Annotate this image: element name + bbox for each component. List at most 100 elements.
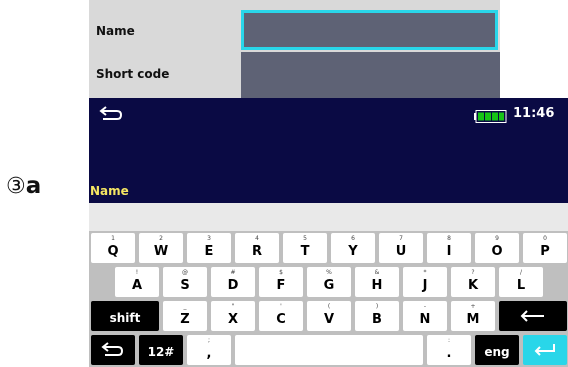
key-y[interactable]: 6Y xyxy=(331,233,375,263)
return-key[interactable] xyxy=(91,335,135,365)
backspace-key[interactable] xyxy=(499,301,567,331)
name-field[interactable] xyxy=(241,10,498,50)
key-label: W xyxy=(153,244,169,259)
numeric-mode-key[interactable]: 12# xyxy=(139,335,183,365)
enter-arrow-icon xyxy=(534,344,555,356)
key-sub-label: : xyxy=(447,337,451,344)
enter-key[interactable] xyxy=(523,335,567,365)
key-a[interactable]: ! A xyxy=(115,267,159,297)
key-t[interactable]: 5T xyxy=(283,233,327,263)
key-w[interactable]: 2W xyxy=(139,233,183,263)
key-u[interactable]: 7U xyxy=(379,233,423,263)
key-sub-label: ? xyxy=(471,269,475,276)
key-sub-label: ! xyxy=(135,269,139,276)
on-screen-keyboard: 1Q 2W 3E 4R 5T 6Y 7U 8I 9O 0P ! A @ S # D $… xyxy=(89,231,568,367)
short-code-label: Short code xyxy=(96,67,170,81)
key-label: I xyxy=(446,244,452,259)
form-background: Name Short code xyxy=(89,0,500,98)
key-sub-label: ( xyxy=(327,303,331,310)
key-sub-label: ) xyxy=(375,303,379,310)
key-p[interactable]: 0P xyxy=(523,233,567,263)
key-comma[interactable]: ;, xyxy=(187,335,231,365)
key-sub-label: % xyxy=(326,269,332,276)
key-label: C xyxy=(276,312,286,327)
key-sub-label: 3 xyxy=(207,235,211,242)
key-h[interactable]: & H xyxy=(355,267,399,297)
key-sub-label: ' xyxy=(280,303,282,310)
text-input[interactable] xyxy=(89,203,568,231)
key-sub-label: 9 xyxy=(495,235,499,242)
key-label: T xyxy=(300,244,310,259)
key-label: X xyxy=(227,312,239,327)
key-q[interactable]: 1Q xyxy=(91,233,135,263)
key-c[interactable]: ' C xyxy=(259,301,303,331)
device-screen: 11:46 Name 1Q 2W 3E 4R 5T 6Y 7U 8I 9O 0P… xyxy=(89,98,568,367)
step-number: ③ xyxy=(6,174,26,199)
back-button[interactable] xyxy=(97,104,125,126)
key-m[interactable]: + M xyxy=(451,301,495,331)
key-sub-label: 7 xyxy=(399,235,403,242)
key-label: H xyxy=(371,278,383,293)
step-label: ③a xyxy=(6,173,41,199)
key-sub-label: # xyxy=(230,269,236,276)
key-label: N xyxy=(419,312,431,327)
key-label: M xyxy=(466,312,480,327)
return-arrow-icon xyxy=(101,342,124,356)
key-label: 12# xyxy=(147,345,175,359)
key-z[interactable]: _ Z xyxy=(163,301,207,331)
key-label: K xyxy=(467,278,479,293)
key-r[interactable]: 4R xyxy=(235,233,279,263)
key-k[interactable]: ? K xyxy=(451,267,495,297)
language-key[interactable]: eng xyxy=(475,335,519,365)
key-e[interactable]: 3E xyxy=(187,233,231,263)
key-sub-label: 2 xyxy=(159,235,163,242)
key-x[interactable]: " X xyxy=(211,301,255,331)
key-sub-label: + xyxy=(470,303,476,310)
key-sub-label: 0 xyxy=(543,235,547,242)
key-sub-label: _ xyxy=(183,303,187,310)
short-code-field[interactable] xyxy=(241,52,500,98)
space-key[interactable] xyxy=(235,335,423,365)
key-o[interactable]: 9O xyxy=(475,233,519,263)
key-label: D xyxy=(227,278,239,293)
key-sub-label: ; xyxy=(207,337,211,344)
key-label: L xyxy=(516,278,526,293)
key-s[interactable]: @ S xyxy=(163,267,207,297)
key-label: P xyxy=(540,244,550,259)
key-label: O xyxy=(491,244,503,259)
key-sub-label: / xyxy=(519,269,523,276)
key-label: V xyxy=(323,312,335,327)
key-label: A xyxy=(131,278,143,293)
key-label: . xyxy=(446,346,452,361)
key-g[interactable]: % G xyxy=(307,267,351,297)
key-v[interactable]: (V xyxy=(307,301,351,331)
battery-indicator xyxy=(473,108,507,123)
key-f[interactable]: $ F xyxy=(259,267,303,297)
key-label: eng xyxy=(484,345,510,359)
key-label: J xyxy=(422,278,428,293)
key-label: Y xyxy=(348,244,358,259)
key-label: U xyxy=(395,244,407,259)
key-label: F xyxy=(276,278,286,293)
key-j[interactable]: * J xyxy=(403,267,447,297)
key-sub-label: 4 xyxy=(255,235,259,242)
key-i[interactable]: 8I xyxy=(427,233,471,263)
key-sub-label: $ xyxy=(279,269,283,276)
key-label: , xyxy=(206,346,212,361)
key-n[interactable]: -N xyxy=(403,301,447,331)
name-label: Name xyxy=(96,24,135,38)
return-arrow-icon xyxy=(99,106,123,120)
battery-icon xyxy=(474,110,507,123)
key-l[interactable]: / L xyxy=(499,267,543,297)
key-sub-label: @ xyxy=(182,269,188,276)
key-period[interactable]: :. xyxy=(427,335,471,365)
shift-key[interactable]: shift xyxy=(91,301,159,331)
key-d[interactable]: # D xyxy=(211,267,255,297)
editing-field-title: Name xyxy=(90,184,129,198)
key-sub-label: - xyxy=(423,303,427,310)
key-b[interactable]: ) B xyxy=(355,301,399,331)
backspace-arrow-icon xyxy=(520,310,544,322)
key-sub-label: 8 xyxy=(447,235,451,242)
key-label: R xyxy=(251,244,262,259)
clock: 11:46 xyxy=(513,106,555,121)
